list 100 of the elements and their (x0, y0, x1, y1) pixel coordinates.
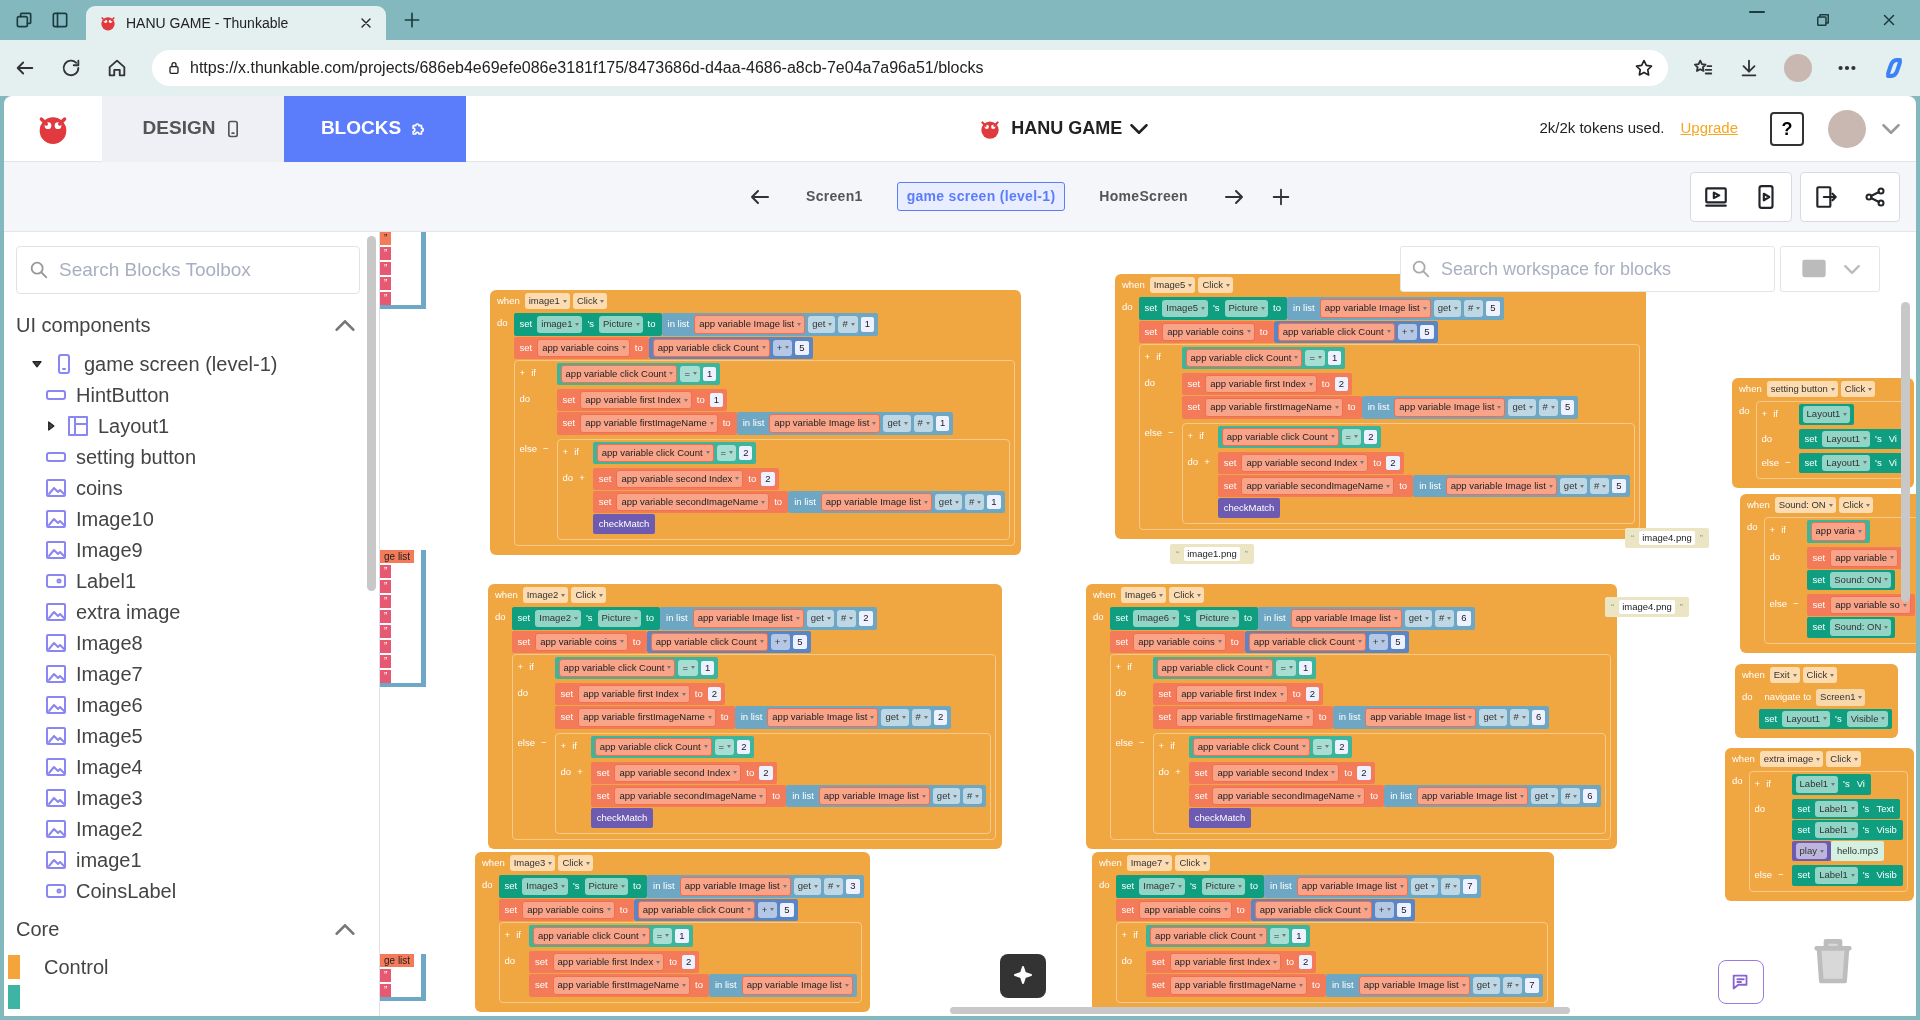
variable-block[interactable]: set app variable first Index to 2 (1145, 951, 1317, 974)
variable-dropdown[interactable]: app variable Image list (1296, 877, 1408, 896)
new-tab-icon[interactable] (402, 10, 422, 30)
procedure-block[interactable]: checkMatch (1217, 498, 1281, 519)
variable-block[interactable]: set app variable secondImageName to (592, 491, 789, 514)
tree-item[interactable]: Image4 (16, 751, 379, 782)
star-icon[interactable] (1634, 58, 1654, 78)
number-field[interactable]: 1 (1299, 660, 1313, 675)
dropdown-field[interactable]: Picture (599, 316, 643, 333)
dropdown-field[interactable]: Image7 (1139, 878, 1185, 895)
dropdown-field[interactable]: = (1276, 659, 1296, 676)
variable-block[interactable]: set app variable first Index to 2 (1181, 373, 1353, 396)
dropdown-field[interactable]: get (932, 788, 961, 805)
dropdown-field[interactable]: get (1479, 709, 1507, 726)
compare-block[interactable]: app variable click Count = 1 (1181, 346, 1346, 369)
list-block[interactable]: in list app variable Image list get # 2 (734, 706, 952, 729)
dropdown-field[interactable]: = (1305, 349, 1325, 366)
variable-dropdown[interactable]: app variable Image list (692, 609, 804, 628)
variable-block[interactable]: set app variable coins to (1115, 898, 1251, 921)
component-block[interactable]: set Image7 's Picture to (1115, 875, 1265, 898)
variable-dropdown[interactable]: app variable click Count (532, 926, 650, 945)
help-button[interactable]: ? (1770, 111, 1804, 146)
minimize-icon[interactable] (1748, 11, 1766, 13)
variable-dropdown[interactable]: app variable firstImageName (1176, 708, 1314, 727)
component-block[interactable]: set Layout1 's Vi (1798, 452, 1903, 473)
number-field[interactable]: 1 (935, 416, 950, 431)
math-block[interactable]: app variable click Count + 5 (1273, 320, 1438, 343)
number-field[interactable]: 6 (1457, 611, 1471, 626)
component-block[interactable]: set image1 's Picture to (513, 313, 662, 336)
tree-item[interactable]: Image5 (16, 720, 379, 751)
variable-block[interactable]: set app variable first Index to 2 (528, 951, 700, 974)
variable-dropdown[interactable]: app variable Image list (1445, 477, 1557, 496)
dropdown-field[interactable]: = (652, 927, 673, 944)
dropdown-field[interactable]: # (963, 788, 983, 805)
site-info-icon[interactable] (166, 60, 182, 76)
chevron-down-icon[interactable] (1882, 123, 1900, 134)
asset-block[interactable]: hello.mp3 (1831, 841, 1885, 862)
dropdown-field[interactable]: Image6 (1133, 610, 1179, 627)
dropdown-field[interactable]: Label1 (1815, 821, 1858, 838)
number-field[interactable]: 7 (1463, 879, 1477, 894)
number-field[interactable]: 1 (1292, 928, 1306, 943)
variable-dropdown[interactable]: app variable (1830, 548, 1899, 567)
dropdown-field[interactable]: Click (1175, 855, 1210, 872)
list-block[interactable]: in list app variable Image list get # 5 (1413, 475, 1630, 498)
dropdown-field[interactable]: Click (571, 587, 606, 604)
dropdown-field[interactable]: Image2 (535, 610, 581, 627)
dropdown-field[interactable]: # (1509, 709, 1529, 726)
variable-dropdown[interactable]: app variable secondImageName (1212, 787, 1366, 806)
variable-block[interactable]: set app variable coins to (511, 630, 647, 653)
component-block[interactable]: set Sound: ON (1806, 569, 1896, 590)
number-field[interactable]: 5 (1560, 400, 1575, 415)
dropdown-field[interactable]: # (911, 709, 931, 726)
dropdown-field[interactable]: Picture (1195, 610, 1240, 627)
dropdown-field[interactable]: Click (1169, 587, 1204, 604)
compare-block[interactable]: app variable click Count = 2 (1217, 425, 1382, 448)
dropdown-field[interactable]: + (1368, 633, 1389, 650)
number-field[interactable]: 6 (1583, 789, 1597, 804)
dropdown-field[interactable]: Picture (584, 878, 629, 895)
dropdown-field[interactable]: Click (1840, 381, 1876, 398)
variable-dropdown[interactable]: app variable secondImageName (1241, 477, 1395, 496)
dropdown-field[interactable]: = (678, 659, 698, 676)
dropdown-field[interactable]: get (806, 610, 834, 627)
variable-dropdown[interactable]: app variable second Index (1241, 453, 1369, 472)
variable-dropdown[interactable]: app variable firstImageName (580, 414, 718, 433)
scrollbar[interactable] (367, 236, 376, 591)
component-block[interactable]: set Sound: ON (1806, 617, 1896, 638)
dropdown-field[interactable]: # (837, 610, 857, 627)
compare-block[interactable]: app variable click Count = 1 (528, 924, 693, 947)
variable-dropdown[interactable]: app variable coins (537, 338, 630, 357)
list-block[interactable]: in list app variable Image list get # 5 (1287, 297, 1504, 320)
tree-item[interactable]: Image8 (16, 627, 379, 658)
component-block[interactable]: set Label1 's Text (1791, 798, 1900, 819)
variable-dropdown[interactable]: app variable second Index (1212, 763, 1340, 782)
number-field[interactable]: 2 (737, 739, 751, 754)
dropdown-field[interactable]: Click (1802, 667, 1838, 684)
dropdown-field[interactable]: + (772, 339, 793, 356)
component-block[interactable]: set Image6 's Picture to (1109, 607, 1259, 630)
variable-dropdown[interactable]: app variable first Index (552, 953, 665, 972)
dropdown-field[interactable]: Image5 (1149, 277, 1196, 294)
dropdown-field[interactable]: Picture (597, 610, 642, 627)
tree-item[interactable]: Label1 (16, 565, 379, 596)
dropdown-field[interactable]: get (1433, 300, 1461, 317)
number-field[interactable]: 1 (1328, 350, 1342, 365)
category-item[interactable]: Control (44, 951, 109, 983)
compare-block[interactable]: app variable click Count = 1 (1152, 656, 1317, 679)
math-block[interactable]: app variable click Count + 5 (1250, 898, 1415, 921)
text-block[interactable]: “ image4.png ” (1625, 528, 1709, 548)
dropdown-field[interactable]: get (934, 494, 963, 511)
number-field[interactable]: 2 (1305, 687, 1320, 702)
tab-actions-icon[interactable] (50, 10, 70, 30)
dropdown-field[interactable]: Layout1 (1822, 454, 1871, 471)
variable-dropdown[interactable]: app variable Image list (767, 708, 879, 727)
dropdown-field[interactable]: Picture (1201, 878, 1246, 895)
variable-dropdown[interactable]: app variable coins (1139, 900, 1232, 919)
variable-dropdown[interactable]: app variable click Count (596, 443, 714, 462)
variable-dropdown[interactable]: app variable click Count (594, 737, 712, 756)
variable-dropdown[interactable]: app variable firstImageName (1205, 398, 1343, 417)
dropdown-field[interactable]: # (965, 494, 985, 511)
compare-block[interactable]: app variable click Count = 1 (556, 362, 721, 385)
variable-block[interactable]: set app variable coins to (498, 898, 634, 921)
